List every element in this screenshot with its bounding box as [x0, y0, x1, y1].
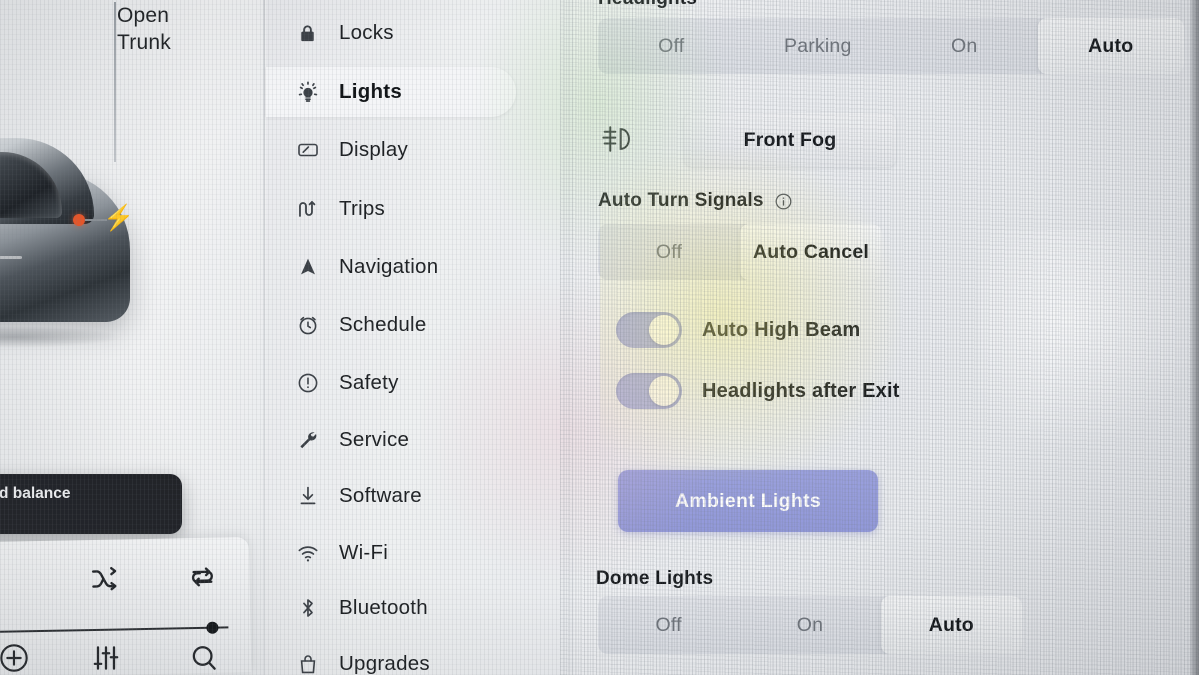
headlights-option-on[interactable]: On	[891, 18, 1038, 74]
sidebar-item-label: Safety	[339, 371, 399, 394]
front-fog-lamp-icon	[598, 123, 642, 157]
media-controls	[0, 561, 250, 601]
sidebar-item-upgrades[interactable]: Upgrades	[266, 639, 516, 675]
settings-sidebar: Locks Lights Display Trips Navigation Sc…	[266, 0, 574, 675]
notification-toast[interactable]: heck unpaid balance g	[0, 474, 182, 534]
toast-line-2: g	[0, 504, 168, 525]
display-icon	[296, 137, 326, 163]
vehicle-shadow	[0, 326, 122, 348]
repeat-icon[interactable]	[185, 562, 220, 593]
bluetooth-icon	[296, 595, 326, 621]
auto-turn-signals-title: Auto Turn Signals	[598, 190, 764, 211]
sidebar-item-locks[interactable]: Locks	[266, 8, 516, 58]
open-trunk-label-line2: Trunk	[117, 31, 171, 54]
sidebar-item-label: Upgrades	[339, 652, 430, 675]
lights-settings-panel: Headlights Off Parking On Auto Front Fog…	[574, 0, 1199, 675]
sliders-icon[interactable]	[88, 642, 124, 675]
dome-lights-segmented-control[interactable]: Off On Auto	[598, 596, 1022, 654]
auto-turn-signals-header: Auto Turn Signals	[598, 190, 793, 212]
sidebar-item-trips[interactable]: Trips	[266, 184, 516, 234]
auto-high-beam-label: Auto High Beam	[702, 318, 861, 341]
sidebar-item-label: Schedule	[339, 313, 427, 336]
toggle-knob	[649, 315, 679, 345]
sidebar-item-label: Display	[339, 138, 408, 161]
sidebar-item-wifi[interactable]: Wi-Fi	[266, 528, 516, 578]
open-trunk-label-line1: Open	[117, 4, 170, 27]
sidebar-item-label: Bluetooth	[339, 596, 428, 619]
headlights-after-exit-row[interactable]: Headlights after Exit	[616, 373, 900, 409]
auto-turn-signals-option-off[interactable]: Off	[598, 224, 740, 280]
shuffle-icon[interactable]	[87, 563, 122, 594]
media-progress-handle[interactable]	[206, 621, 219, 634]
lock-icon	[296, 20, 326, 46]
vehicle-render[interactable]: ⚡	[0, 130, 200, 420]
wifi-icon	[296, 540, 326, 566]
headlights-option-parking[interactable]: Parking	[745, 18, 892, 74]
charge-port-indicator[interactable]	[73, 214, 85, 226]
front-fog-button[interactable]: Front Fog	[684, 113, 896, 167]
navigation-icon	[296, 254, 326, 280]
headlights-after-exit-label: Headlights after Exit	[702, 379, 900, 402]
warning-icon	[296, 370, 326, 396]
search-icon[interactable]	[186, 642, 222, 675]
wrench-icon	[296, 427, 326, 453]
sidebar-item-lights[interactable]: Lights	[266, 67, 516, 117]
sidebar-item-bluetooth[interactable]: Bluetooth	[266, 583, 516, 633]
sidebar-item-label: Software	[339, 484, 422, 507]
media-progress-scrubber[interactable]	[0, 621, 251, 639]
sidebar-item-software[interactable]: Software	[266, 471, 516, 521]
dome-lights-option-off[interactable]: Off	[598, 596, 739, 654]
media-progress-track	[0, 626, 229, 634]
dome-lights-option-on[interactable]: On	[739, 596, 880, 654]
schedule-icon	[296, 312, 326, 338]
headlights-option-off[interactable]: Off	[598, 18, 745, 74]
dome-lights-title: Dome Lights	[596, 568, 714, 589]
sidebar-item-label: Service	[339, 428, 410, 451]
trips-icon	[296, 196, 326, 222]
dome-lights-option-auto[interactable]: Auto	[880, 596, 1022, 654]
auto-turn-signals-segmented-control[interactable]: Off Auto Cancel	[598, 224, 882, 280]
open-trunk-button[interactable]: Open Trunk	[117, 2, 237, 56]
bag-icon	[296, 651, 326, 675]
sidebar-item-label: Lights	[339, 80, 402, 103]
vehicle-door-trim	[0, 256, 22, 259]
sidebar-item-label: Locks	[339, 21, 394, 44]
info-icon[interactable]	[774, 192, 793, 211]
front-fog-row: Front Fog	[598, 113, 896, 167]
sidebar-item-safety[interactable]: Safety	[266, 358, 516, 408]
headlights-title: Headlights	[598, 0, 697, 10]
sidebar-item-label: Trips	[339, 197, 386, 220]
lightbulb-icon	[296, 79, 326, 105]
sidebar-item-navigation[interactable]: Navigation	[266, 242, 516, 292]
bottom-toolbar	[0, 642, 266, 675]
sidebar-item-label: Wi-Fi	[339, 541, 389, 564]
download-icon	[296, 483, 326, 509]
panel-divider	[263, 0, 265, 675]
lightning-bolt-icon: ⚡	[103, 204, 135, 232]
toggle-knob	[649, 376, 679, 406]
headlights-segmented-control[interactable]: Off Parking On Auto	[598, 18, 1184, 74]
auto-high-beam-toggle[interactable]	[616, 312, 682, 348]
sidebar-item-label: Navigation	[339, 255, 439, 278]
ambient-lights-button[interactable]: Ambient Lights	[618, 470, 878, 532]
tesla-touchscreen: Open Trunk ⚡ heck unpaid balance g	[0, 0, 1199, 675]
sidebar-item-display[interactable]: Display	[266, 125, 516, 175]
auto-high-beam-row[interactable]: Auto High Beam	[616, 312, 860, 348]
headlights-option-auto[interactable]: Auto	[1037, 18, 1184, 74]
headlights-after-exit-toggle[interactable]	[616, 373, 682, 409]
plus-circle-icon[interactable]	[0, 642, 32, 675]
vehicle-visual-panel: Open Trunk ⚡ heck unpaid balance g	[0, 0, 266, 675]
sidebar-item-schedule[interactable]: Schedule	[266, 300, 516, 350]
auto-turn-signals-option-auto-cancel[interactable]: Auto Cancel	[740, 224, 882, 280]
sidebar-item-service[interactable]: Service	[266, 415, 516, 465]
toast-line-1: heck unpaid balance	[0, 485, 71, 502]
